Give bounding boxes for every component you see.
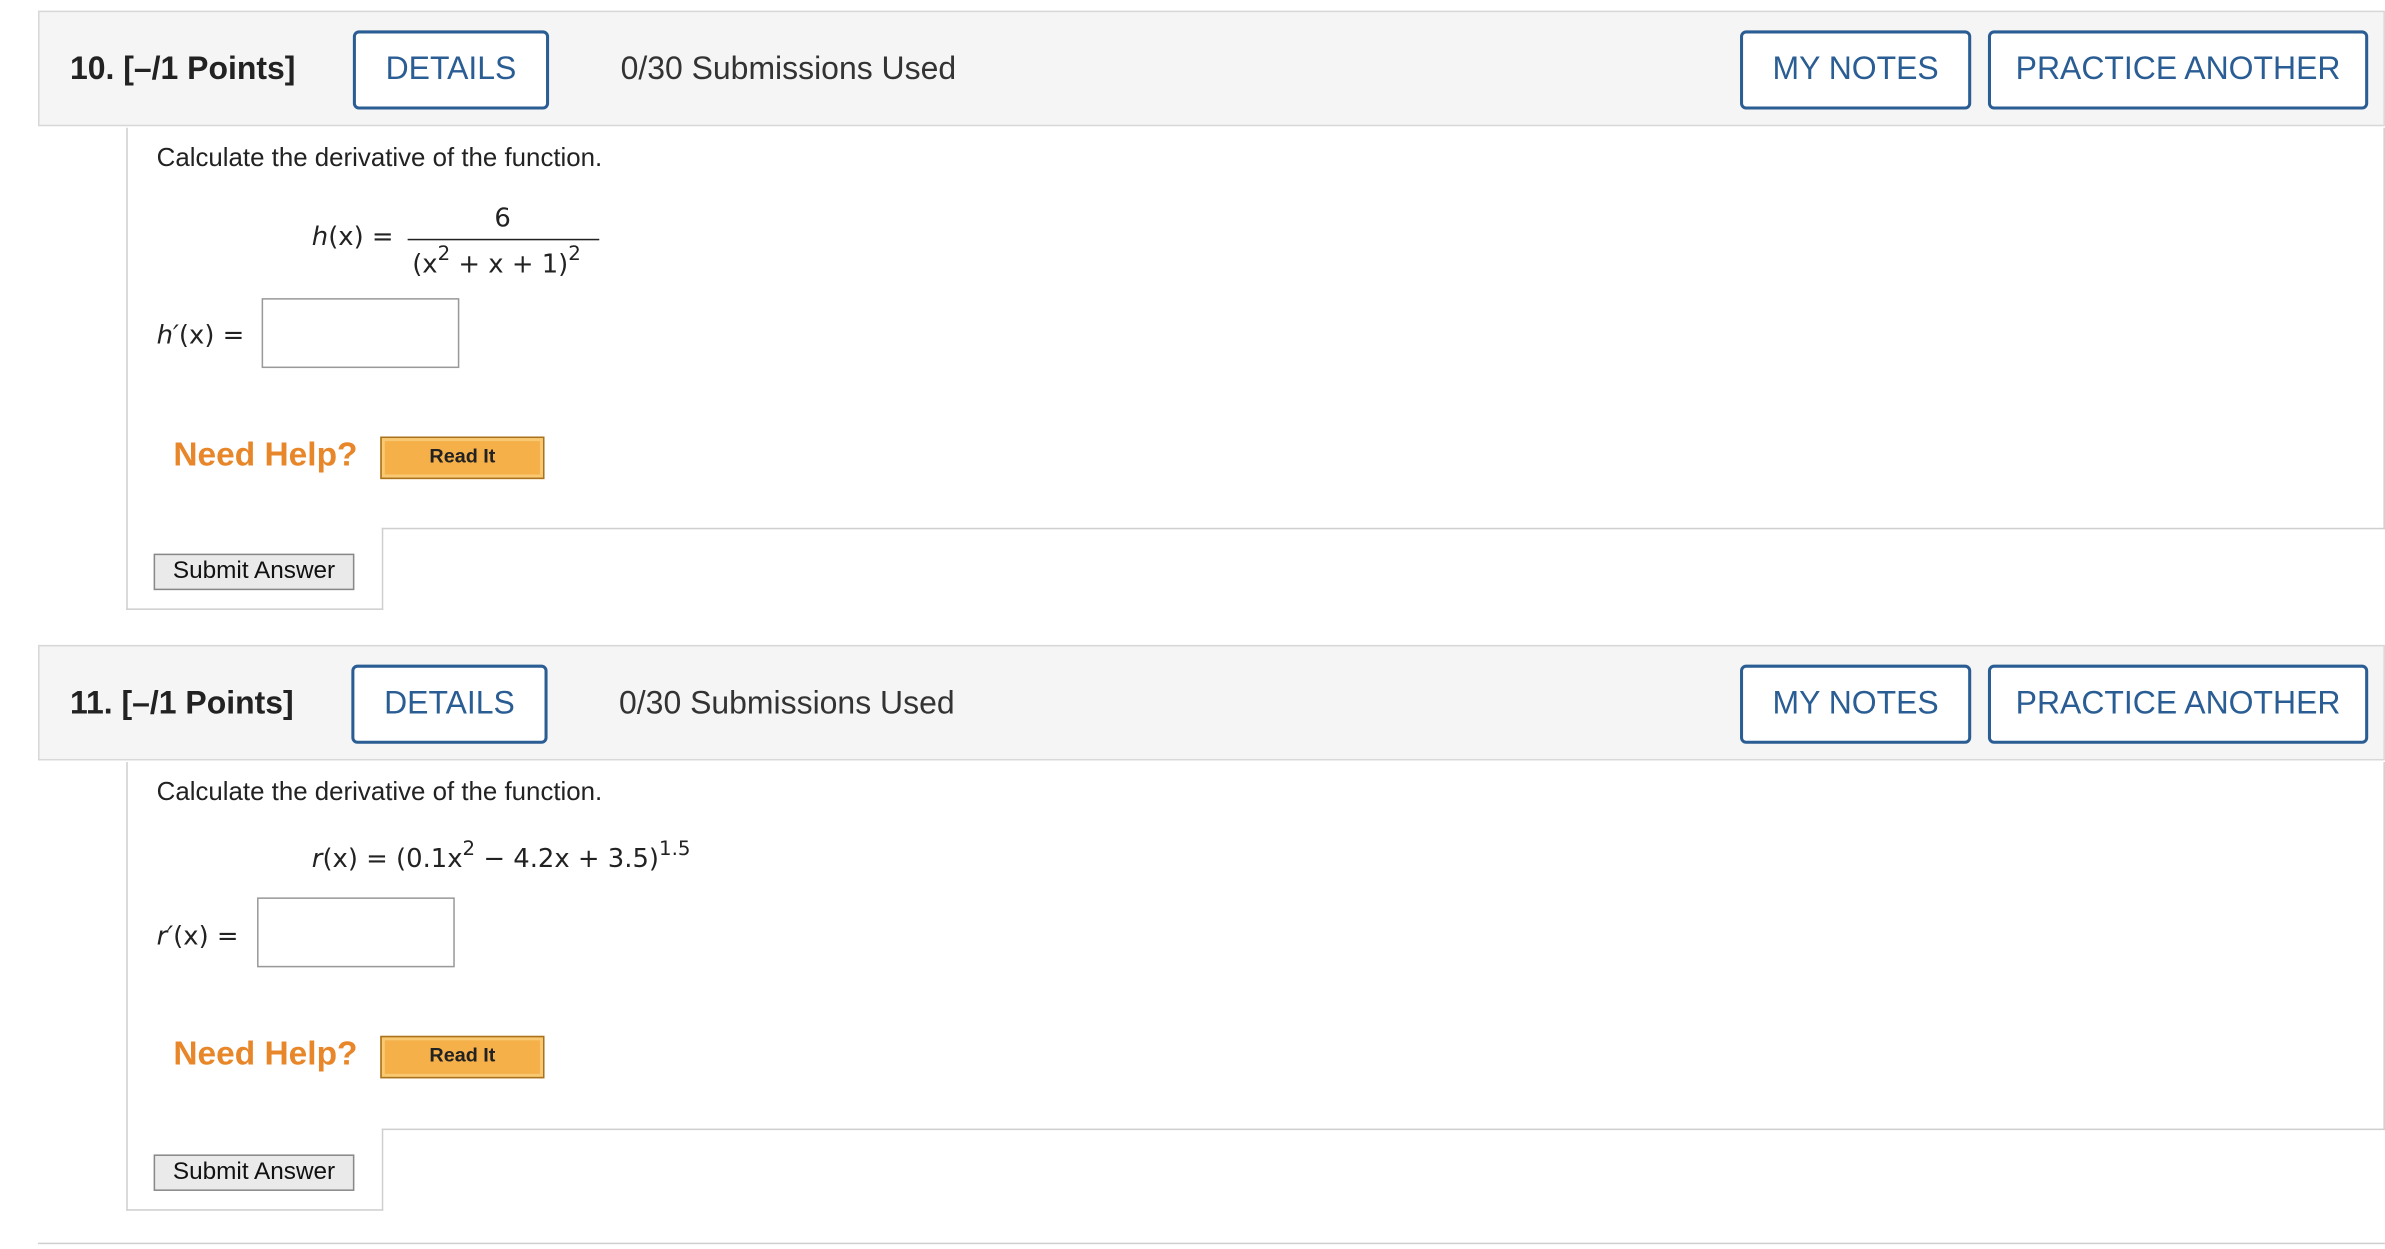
need-help-label: Need Help? <box>173 1034 358 1073</box>
read-it-button[interactable]: Read It <box>380 1035 545 1079</box>
practice-another-button[interactable]: PRACTICE ANOTHER <box>1987 664 2369 744</box>
function-exponent-1: 2 <box>462 838 476 861</box>
function-name: r <box>311 844 323 875</box>
next-question-edge <box>38 1242 2385 1245</box>
my-notes-button[interactable]: MY NOTES <box>1740 30 1972 110</box>
fraction-numerator: 6 <box>494 203 511 235</box>
body-frame-top <box>381 1128 2385 1131</box>
submit-answer-button[interactable]: Submit Answer <box>153 1154 355 1191</box>
question-11-header: 11. [–/1 Points] DETAILS 0/30 Submission… <box>38 644 2385 761</box>
body-frame-left <box>126 762 128 1211</box>
answer-label-rest: (x) = <box>173 921 239 953</box>
body-frame-top <box>381 527 2385 530</box>
function-lhs-text: (x) = <box>328 222 394 253</box>
denominator-exponent: 2 <box>437 243 451 267</box>
fraction-denominator: (x2 + x + 1)2 <box>412 243 581 280</box>
details-button[interactable]: DETAILS <box>352 30 550 110</box>
function-exponent-2: 1.5 <box>658 838 691 861</box>
question-prompt: Calculate the derivative of the function… <box>156 142 603 172</box>
submissions-used: 0/30 Submissions Used <box>620 51 957 87</box>
denominator-outer-exponent: 2 <box>568 243 581 267</box>
denominator-part-b: + x + 1) <box>450 249 569 280</box>
question-prompt: Calculate the derivative of the function… <box>156 777 603 807</box>
need-help-label: Need Help? <box>173 435 358 474</box>
fraction-bar <box>407 238 600 241</box>
function-lhs: h(x) = <box>312 222 394 252</box>
practice-another-button[interactable]: PRACTICE ANOTHER <box>1987 30 2369 110</box>
answer-label-name: h′ <box>156 320 179 352</box>
answer-label: h′(x) = <box>157 321 245 351</box>
question-number-points: 11. [–/1 Points] <box>69 685 294 721</box>
function-name: h <box>311 222 329 253</box>
body-frame-left <box>126 127 128 610</box>
answer-label: r′(x) = <box>157 922 239 952</box>
question-number-points: 10. [–/1 Points] <box>69 51 296 87</box>
body-frame-divider <box>381 527 384 610</box>
submissions-used: 0/30 Submissions Used <box>619 685 955 721</box>
answer-label-rest: (x) = <box>178 320 245 352</box>
function-expression: r(x) = (0.1x2 − 4.2x + 3.5)1.5 <box>311 838 691 875</box>
submit-answer-button[interactable]: Submit Answer <box>153 553 355 591</box>
body-frame-bottom <box>126 1209 384 1211</box>
answer-input[interactable] <box>257 897 455 968</box>
function-lhs-text: (x) = (0.1x <box>322 844 463 875</box>
denominator-part-a: (x <box>412 249 438 280</box>
my-notes-button[interactable]: MY NOTES <box>1740 664 1972 744</box>
body-frame-divider <box>381 1128 384 1211</box>
body-frame-bottom <box>126 608 384 610</box>
page: 10. [–/1 Points] DETAILS 0/30 Submission… <box>0 0 2385 1249</box>
answer-input[interactable] <box>261 298 460 369</box>
function-middle-text: − 4.2x + 3.5) <box>475 844 659 875</box>
details-button[interactable]: DETAILS <box>351 664 548 744</box>
read-it-button[interactable]: Read It <box>380 436 545 480</box>
answer-label-name: r′ <box>156 921 174 953</box>
question-10-header: 10. [–/1 Points] DETAILS 0/30 Submission… <box>38 10 2385 127</box>
